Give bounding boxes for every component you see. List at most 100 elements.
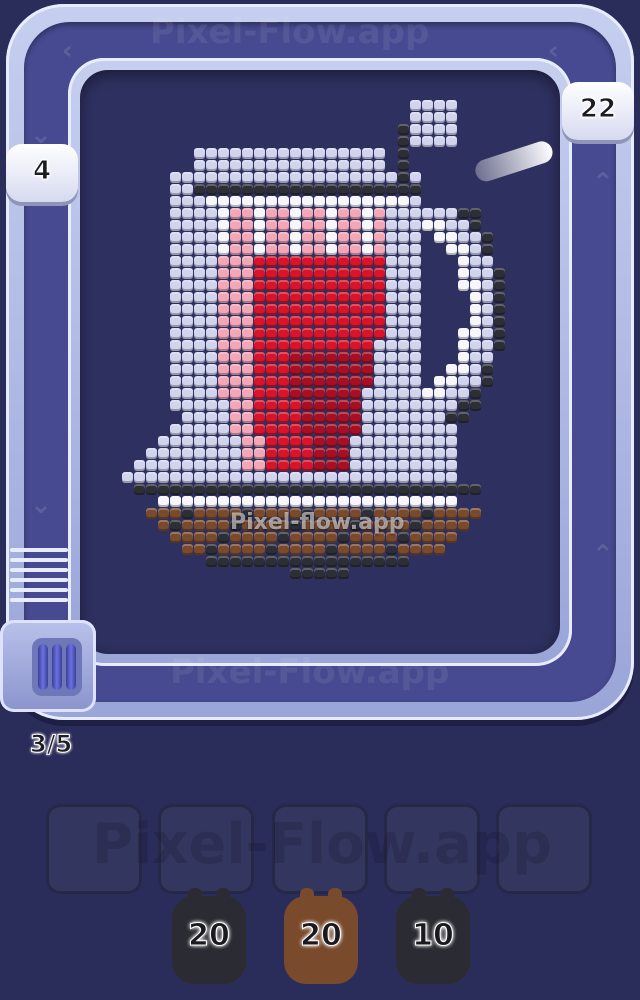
pixel-block bbox=[410, 520, 421, 531]
pixel-block bbox=[338, 376, 349, 387]
pixel-block bbox=[218, 256, 229, 267]
pixel-block bbox=[218, 424, 229, 435]
pixel-block bbox=[278, 268, 289, 279]
pixel-block bbox=[194, 352, 205, 363]
pixel-block bbox=[254, 220, 265, 231]
pixel-block bbox=[410, 208, 421, 219]
pixel-block bbox=[182, 544, 193, 555]
pixel-block bbox=[434, 376, 445, 387]
pixel-block bbox=[170, 364, 181, 375]
pixel-block bbox=[266, 340, 277, 351]
pixel-block bbox=[434, 448, 445, 459]
pixel-block bbox=[374, 268, 385, 279]
pixel-block bbox=[482, 340, 493, 351]
pixel-block bbox=[230, 172, 241, 183]
pixel-block bbox=[458, 232, 469, 243]
pixel-block bbox=[242, 412, 253, 423]
pixel-block bbox=[254, 496, 265, 507]
pixel-block bbox=[302, 448, 313, 459]
pixel-block bbox=[350, 352, 361, 363]
shooter-left[interactable]: 4 bbox=[6, 144, 78, 202]
pixel-block bbox=[206, 160, 217, 171]
pixel-block bbox=[386, 364, 397, 375]
pixel-block bbox=[314, 496, 325, 507]
pixel-block bbox=[242, 556, 253, 567]
pixel-block bbox=[386, 328, 397, 339]
pixel-block bbox=[422, 136, 433, 147]
pixel-block bbox=[242, 208, 253, 219]
pixel-block bbox=[326, 544, 337, 555]
pixel-block bbox=[326, 352, 337, 363]
pixel-block bbox=[410, 508, 421, 519]
pixel-block bbox=[290, 268, 301, 279]
pixel-block bbox=[206, 328, 217, 339]
pixel-block bbox=[362, 340, 373, 351]
ammo-bucket-brown[interactable]: 20 bbox=[284, 888, 358, 984]
pixel-block bbox=[434, 508, 445, 519]
pixel-block bbox=[266, 424, 277, 435]
pixel-block bbox=[266, 412, 277, 423]
pixel-block bbox=[338, 232, 349, 243]
pixel-block bbox=[266, 256, 277, 267]
pixel-block bbox=[398, 208, 409, 219]
pixel-block bbox=[398, 376, 409, 387]
shooter-top-right[interactable]: 22 bbox=[562, 82, 634, 140]
pixel-block bbox=[290, 160, 301, 171]
pixel-art-mug[interactable] bbox=[110, 100, 510, 580]
pixel-block bbox=[398, 148, 409, 159]
pixel-block bbox=[290, 424, 301, 435]
pixel-block bbox=[386, 244, 397, 255]
pixel-block bbox=[470, 328, 481, 339]
pixel-block bbox=[494, 328, 505, 339]
pixel-block bbox=[206, 544, 217, 555]
pixel-block bbox=[326, 436, 337, 447]
pixel-block bbox=[254, 484, 265, 495]
pixel-block bbox=[206, 316, 217, 327]
pixel-block bbox=[242, 328, 253, 339]
pixel-block bbox=[254, 556, 265, 567]
pixel-block bbox=[398, 232, 409, 243]
pixel-block bbox=[194, 400, 205, 411]
pixel-block bbox=[338, 340, 349, 351]
pixel-block bbox=[194, 196, 205, 207]
pixel-block bbox=[302, 184, 313, 195]
pixel-block bbox=[254, 196, 265, 207]
pixel-block bbox=[374, 436, 385, 447]
pixel-block bbox=[374, 412, 385, 423]
pixel-block bbox=[254, 352, 265, 363]
pixel-block bbox=[314, 472, 325, 483]
pixel-block bbox=[482, 244, 493, 255]
ammo-bucket-black[interactable]: 20 bbox=[172, 888, 246, 984]
pixel-block bbox=[206, 208, 217, 219]
pixel-block bbox=[386, 352, 397, 363]
pixel-block bbox=[350, 220, 361, 231]
pixel-block bbox=[278, 388, 289, 399]
pixel-block bbox=[314, 436, 325, 447]
pixel-block bbox=[302, 556, 313, 567]
ammo-bucket-black[interactable]: 10 bbox=[396, 888, 470, 984]
pixel-block bbox=[398, 436, 409, 447]
pixel-block bbox=[374, 376, 385, 387]
pixel-block bbox=[170, 400, 181, 411]
pixel-block bbox=[218, 280, 229, 291]
pixel-block bbox=[338, 460, 349, 471]
pixel-block bbox=[230, 376, 241, 387]
pixel-block bbox=[410, 232, 421, 243]
pixel-block bbox=[422, 100, 433, 111]
pixel-block bbox=[266, 208, 277, 219]
pixel-block bbox=[374, 220, 385, 231]
pixel-block bbox=[218, 172, 229, 183]
pixel-block bbox=[302, 160, 313, 171]
pixel-block bbox=[326, 412, 337, 423]
pixel-block bbox=[362, 328, 373, 339]
pixel-block bbox=[194, 172, 205, 183]
pixel-block bbox=[218, 520, 229, 531]
pixel-block bbox=[446, 100, 457, 111]
pixel-block bbox=[326, 424, 337, 435]
pixel-block bbox=[434, 544, 445, 555]
pixel-block bbox=[206, 436, 217, 447]
pixel-block bbox=[422, 412, 433, 423]
pixel-block bbox=[398, 184, 409, 195]
pixel-block bbox=[206, 232, 217, 243]
pixel-block bbox=[386, 436, 397, 447]
